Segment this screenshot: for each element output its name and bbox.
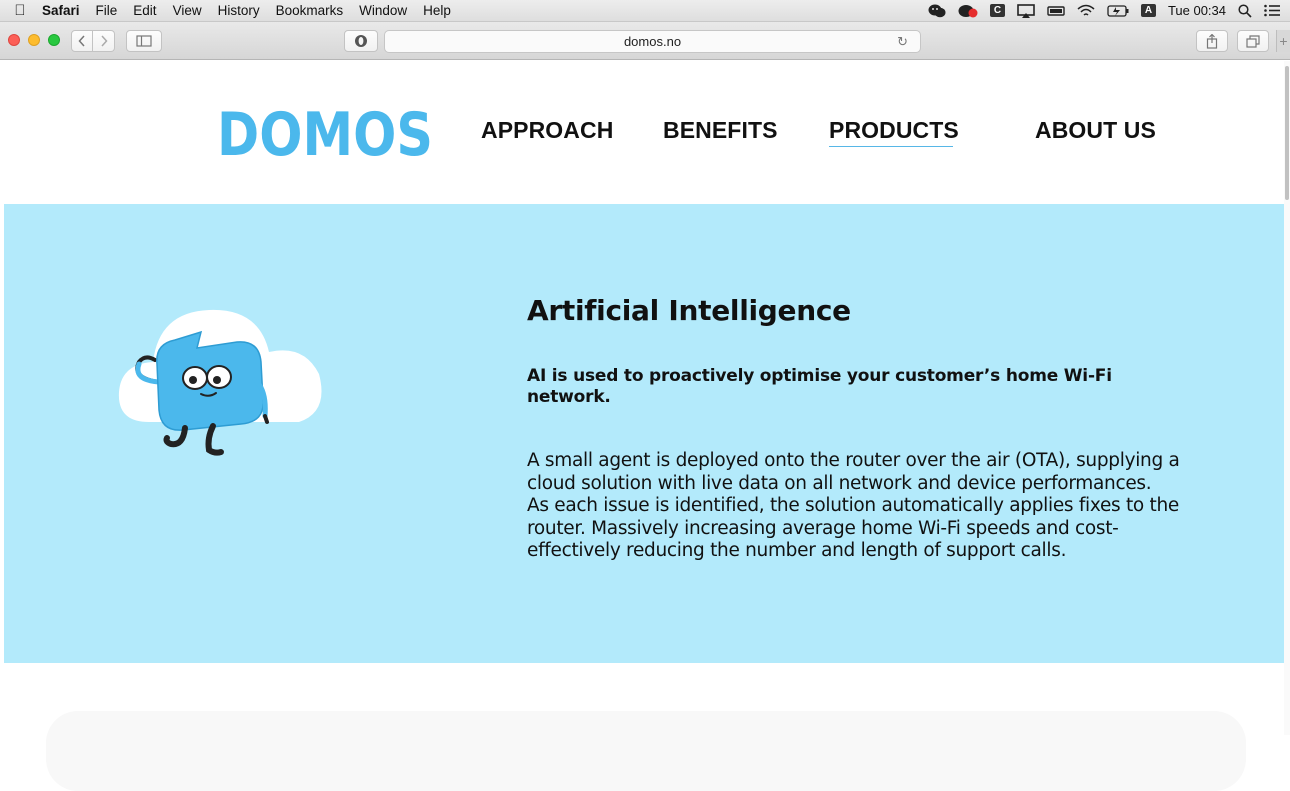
menu-edit[interactable]: Edit: [125, 0, 164, 22]
domos-logo[interactable]: DOMOS: [217, 103, 437, 161]
status-area: C A Tue 00:34: [916, 0, 1290, 22]
wifi-icon[interactable]: [1077, 4, 1095, 18]
menu-view[interactable]: View: [165, 0, 210, 22]
hero-body: A small agent is deployed onto the route…: [527, 450, 1207, 563]
hero-lead: AI is used to proactively optimise your …: [527, 366, 1112, 407]
menu-file[interactable]: File: [88, 0, 126, 22]
nav-active-underline: [829, 146, 953, 147]
chevron-right-icon: [100, 35, 108, 47]
apple-icon[interactable]: : [6, 2, 34, 19]
close-window-button[interactable]: [8, 34, 20, 46]
menu-app-name[interactable]: Safari: [34, 0, 88, 22]
recording-icon[interactable]: [958, 4, 978, 18]
reload-icon[interactable]: ↻: [897, 31, 908, 52]
wechat-icon[interactable]: [928, 4, 946, 18]
sidebar-icon: [136, 35, 152, 47]
menu-help[interactable]: Help: [415, 0, 459, 22]
new-tab-button[interactable]: +: [1276, 30, 1290, 52]
clock[interactable]: Tue 00:34: [1168, 3, 1226, 18]
menu-bookmarks[interactable]: Bookmarks: [268, 0, 352, 22]
notification-center-icon[interactable]: [1264, 4, 1280, 17]
input-source-icon[interactable]: A: [1140, 4, 1156, 17]
spotlight-search-icon[interactable]: [1238, 3, 1252, 18]
cloud-mascot-illustration: [118, 309, 322, 456]
hero-title: Artificial Intelligence: [527, 294, 851, 327]
browser-toolbar: domos.no ↻: [0, 22, 1290, 60]
minimize-window-button[interactable]: [28, 34, 40, 46]
share-icon: [1206, 33, 1218, 49]
battery-icon[interactable]: [1107, 4, 1129, 17]
address-bar[interactable]: domos.no ↻: [384, 30, 921, 53]
nav-benefits[interactable]: BENEFITS: [663, 117, 778, 144]
zoom-window-button[interactable]: [48, 34, 60, 46]
extension-button[interactable]: [344, 30, 378, 52]
next-section-card: [46, 711, 1246, 791]
sidebar-toggle-button[interactable]: [126, 30, 162, 52]
address-bar-url: domos.no: [623, 34, 682, 49]
logo-text: DOMOS: [217, 103, 433, 161]
back-button[interactable]: [71, 30, 93, 52]
memory-icon[interactable]: [1047, 5, 1065, 17]
app-status-icon[interactable]: C: [989, 4, 1005, 17]
web-page: DOMOS APPROACH BENEFITS PRODUCTS ABOUT U…: [0, 61, 1290, 791]
chevron-left-icon: [78, 35, 85, 47]
tabs-overview-icon: [1246, 34, 1260, 48]
hero-body-paragraph-1: A small agent is deployed onto the route…: [527, 450, 1180, 494]
menu-bar:  Safari File Edit View History Bookmark…: [0, 0, 1290, 22]
forward-button[interactable]: [93, 30, 115, 52]
menu-window[interactable]: Window: [351, 0, 415, 22]
opera-extension-icon: [355, 35, 367, 47]
airplay-icon[interactable]: [1017, 3, 1035, 18]
nav-about-us[interactable]: ABOUT US: [1035, 117, 1156, 144]
page-scrollbar-thumb[interactable]: [1285, 66, 1289, 200]
hero-section: Artificial Intelligence AI is used to pr…: [4, 204, 1284, 663]
share-button[interactable]: [1196, 30, 1228, 52]
menu-history[interactable]: History: [210, 0, 268, 22]
show-tabs-button[interactable]: [1237, 30, 1269, 52]
hero-body-paragraph-2: As each issue is identified, the solutio…: [527, 495, 1179, 561]
nav-products[interactable]: PRODUCTS: [829, 117, 959, 144]
nav-approach[interactable]: APPROACH: [481, 117, 613, 144]
